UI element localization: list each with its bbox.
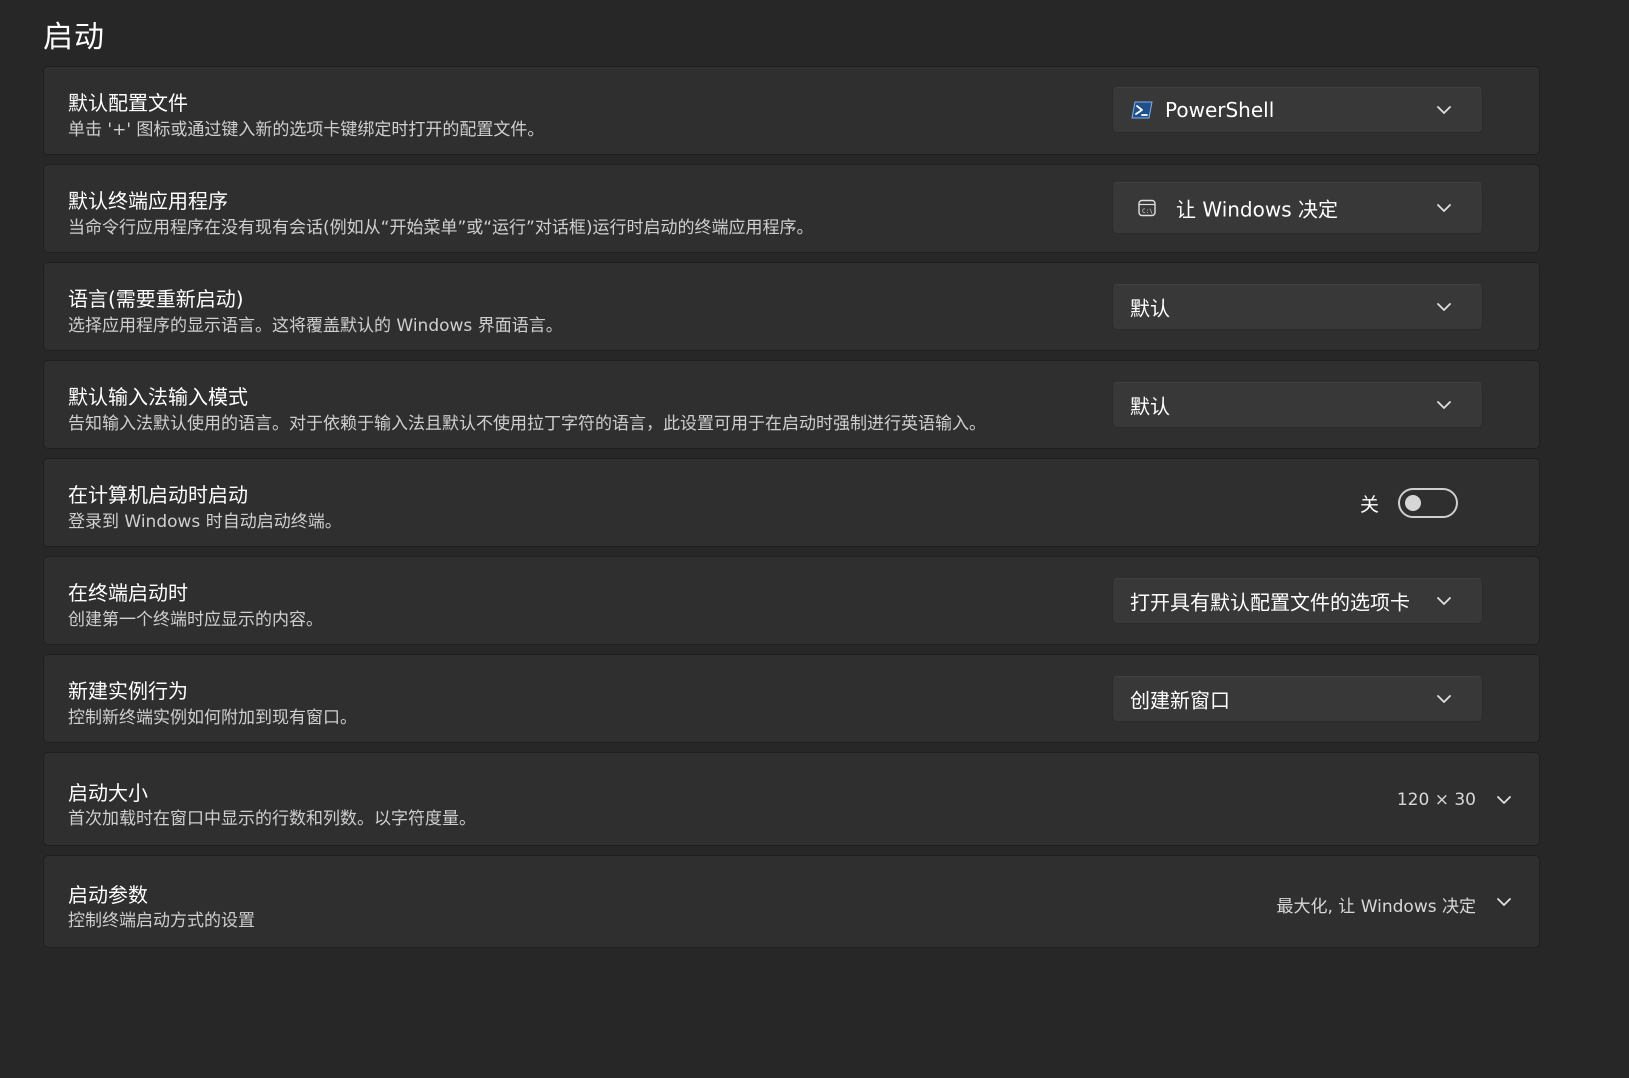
- chevron-down-icon: [1437, 106, 1451, 114]
- setting-description: 单击 '+' 图标或通过键入新的选项卡键绑定时打开的配置文件。: [68, 120, 545, 140]
- new-instance-dropdown[interactable]: 创建新窗口: [1112, 676, 1483, 722]
- chevron-down-icon: [1437, 695, 1451, 703]
- dropdown-value: 创建新窗口: [1130, 688, 1230, 713]
- toggle-state-label: 关: [1360, 494, 1380, 516]
- setting-description: 创建第一个终端时应显示的内容。: [68, 610, 323, 630]
- language-dropdown[interactable]: 默认: [1112, 284, 1483, 330]
- setting-title: 默认终端应用程序: [68, 189, 228, 213]
- page-title: 启动: [43, 20, 105, 55]
- dropdown-value: PowerShell: [1165, 98, 1275, 122]
- setting-title: 默认配置文件: [68, 91, 188, 115]
- on-startup-dropdown[interactable]: 打开具有默认配置文件的选项卡: [1112, 578, 1483, 624]
- setting-description: 登录到 Windows 时自动启动终端。: [68, 512, 342, 532]
- chevron-down-icon: [1497, 796, 1511, 804]
- setting-card-launch-on-startup: 在计算机启动时启动 登录到 Windows 时自动启动终端。: [43, 458, 1540, 547]
- setting-title: 在终端启动时: [68, 581, 188, 605]
- chevron-down-icon: [1437, 204, 1451, 212]
- setting-card-launch-parameters[interactable]: 启动参数 控制终端启动方式的设置 最大化, 让 Windows 决定: [43, 855, 1540, 948]
- launch-on-startup-toggle[interactable]: [1398, 488, 1458, 518]
- dropdown-value: 默认: [1130, 394, 1170, 419]
- powershell-icon: [1131, 101, 1153, 119]
- chevron-down-icon: [1437, 303, 1451, 311]
- setting-title: 启动参数: [68, 883, 148, 907]
- dropdown-value: 默认: [1130, 296, 1170, 321]
- setting-description: 控制终端启动方式的设置: [68, 911, 255, 931]
- chevron-down-icon: [1497, 898, 1511, 906]
- setting-title: 在计算机启动时启动: [68, 483, 248, 507]
- ime-mode-dropdown[interactable]: 默认: [1112, 382, 1483, 428]
- expander-value: 120 × 30: [1396, 790, 1476, 810]
- console-window-icon: C:\: [1138, 199, 1156, 217]
- dropdown-value: 让 Windows 决定: [1176, 197, 1338, 222]
- setting-card-launch-size[interactable]: 启动大小 首次加载时在窗口中显示的行数和列数。以字符度量。 120 × 30: [43, 752, 1540, 846]
- svg-text:C:\: C:\: [1142, 208, 1153, 215]
- chevron-down-icon: [1437, 597, 1451, 605]
- expander-value: 最大化, 让 Windows 决定: [1276, 897, 1476, 917]
- default-profile-dropdown[interactable]: PowerShell: [1112, 87, 1483, 133]
- default-terminal-dropdown[interactable]: C:\ 让 Windows 决定: [1112, 182, 1483, 234]
- setting-description: 当命令行应用程序在没有现有会话(例如从“开始菜单”或“运行”对话框)运行时启动的…: [68, 218, 814, 238]
- setting-description: 告知输入法默认使用的语言。对于依赖于输入法且默认不使用拉丁字符的语言，此设置可用…: [68, 414, 986, 434]
- setting-title: 新建实例行为: [68, 679, 188, 703]
- toggle-knob: [1405, 495, 1421, 511]
- setting-title: 启动大小: [68, 781, 148, 805]
- setting-title: 默认输入法输入模式: [68, 385, 248, 409]
- setting-description: 选择应用程序的显示语言。这将覆盖默认的 Windows 界面语言。: [68, 316, 563, 336]
- setting-description: 首次加载时在窗口中显示的行数和列数。以字符度量。: [68, 809, 476, 829]
- dropdown-value: 打开具有默认配置文件的选项卡: [1130, 590, 1410, 615]
- setting-description: 控制新终端实例如何附加到现有窗口。: [68, 708, 357, 728]
- chevron-down-icon: [1437, 401, 1451, 409]
- setting-title: 语言(需要重新启动): [68, 287, 244, 311]
